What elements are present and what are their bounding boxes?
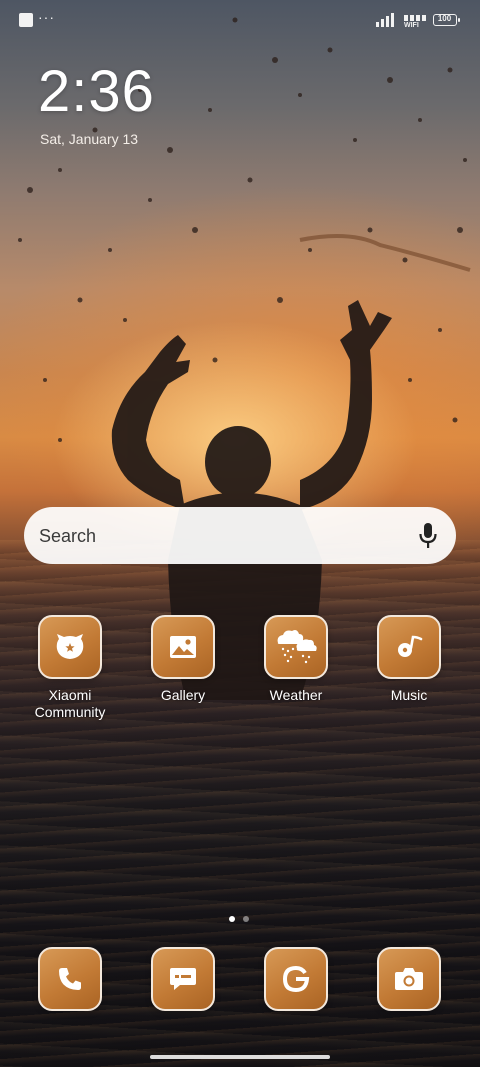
search-bar[interactable]: Search bbox=[24, 507, 456, 564]
search-label: Search bbox=[39, 526, 97, 546]
app-label: Music bbox=[390, 687, 428, 703]
page-indicator[interactable] bbox=[229, 909, 257, 927]
dock-google[interactable] bbox=[241, 947, 351, 1011]
dock-camera[interactable] bbox=[354, 947, 464, 1011]
signal-icon-2 bbox=[404, 15, 426, 21]
phone-icon[interactable] bbox=[38, 947, 102, 1011]
battery-icon: 100 bbox=[433, 14, 460, 26]
page-dot-active[interactable] bbox=[229, 916, 235, 922]
dock-phone[interactable] bbox=[15, 947, 125, 1011]
xiaomi-community-icon[interactable] bbox=[38, 615, 102, 679]
app-xiaomi-community[interactable]: Xiaomi Community bbox=[15, 615, 125, 721]
app-label: Weather bbox=[269, 687, 323, 703]
page-dot[interactable] bbox=[243, 916, 249, 922]
app-music[interactable]: Music bbox=[354, 615, 464, 704]
app-weather[interactable]: Weather bbox=[241, 615, 351, 704]
more-notifications-icon: ··· bbox=[38, 9, 55, 25]
home-gesture-bar[interactable] bbox=[150, 1055, 330, 1059]
messages-icon[interactable] bbox=[151, 947, 215, 1011]
music-icon[interactable] bbox=[377, 615, 441, 679]
weather-icon[interactable] bbox=[264, 615, 328, 679]
app-gallery[interactable]: Gallery bbox=[128, 615, 238, 704]
app-label: Gallery bbox=[160, 687, 206, 703]
battery-level: 100 bbox=[437, 14, 452, 23]
notification-icon bbox=[19, 13, 33, 27]
dock-messages[interactable] bbox=[128, 947, 238, 1011]
status-bar: ··· WIFI 100 bbox=[0, 0, 480, 40]
app-label: Xiaomi Community bbox=[34, 687, 106, 720]
wifi-label: WIFI bbox=[404, 22, 419, 29]
home-screen: ··· WIFI 100 2:36 Sat, January 13 Search bbox=[0, 0, 480, 1067]
clock-date[interactable]: Sat, January 13 bbox=[40, 131, 138, 147]
google-icon[interactable] bbox=[264, 947, 328, 1011]
camera-icon[interactable] bbox=[377, 947, 441, 1011]
microphone-icon[interactable] bbox=[418, 522, 438, 550]
signal-icon bbox=[376, 13, 394, 27]
gallery-icon[interactable] bbox=[151, 615, 215, 679]
clock-time[interactable]: 2:36 bbox=[38, 60, 155, 124]
